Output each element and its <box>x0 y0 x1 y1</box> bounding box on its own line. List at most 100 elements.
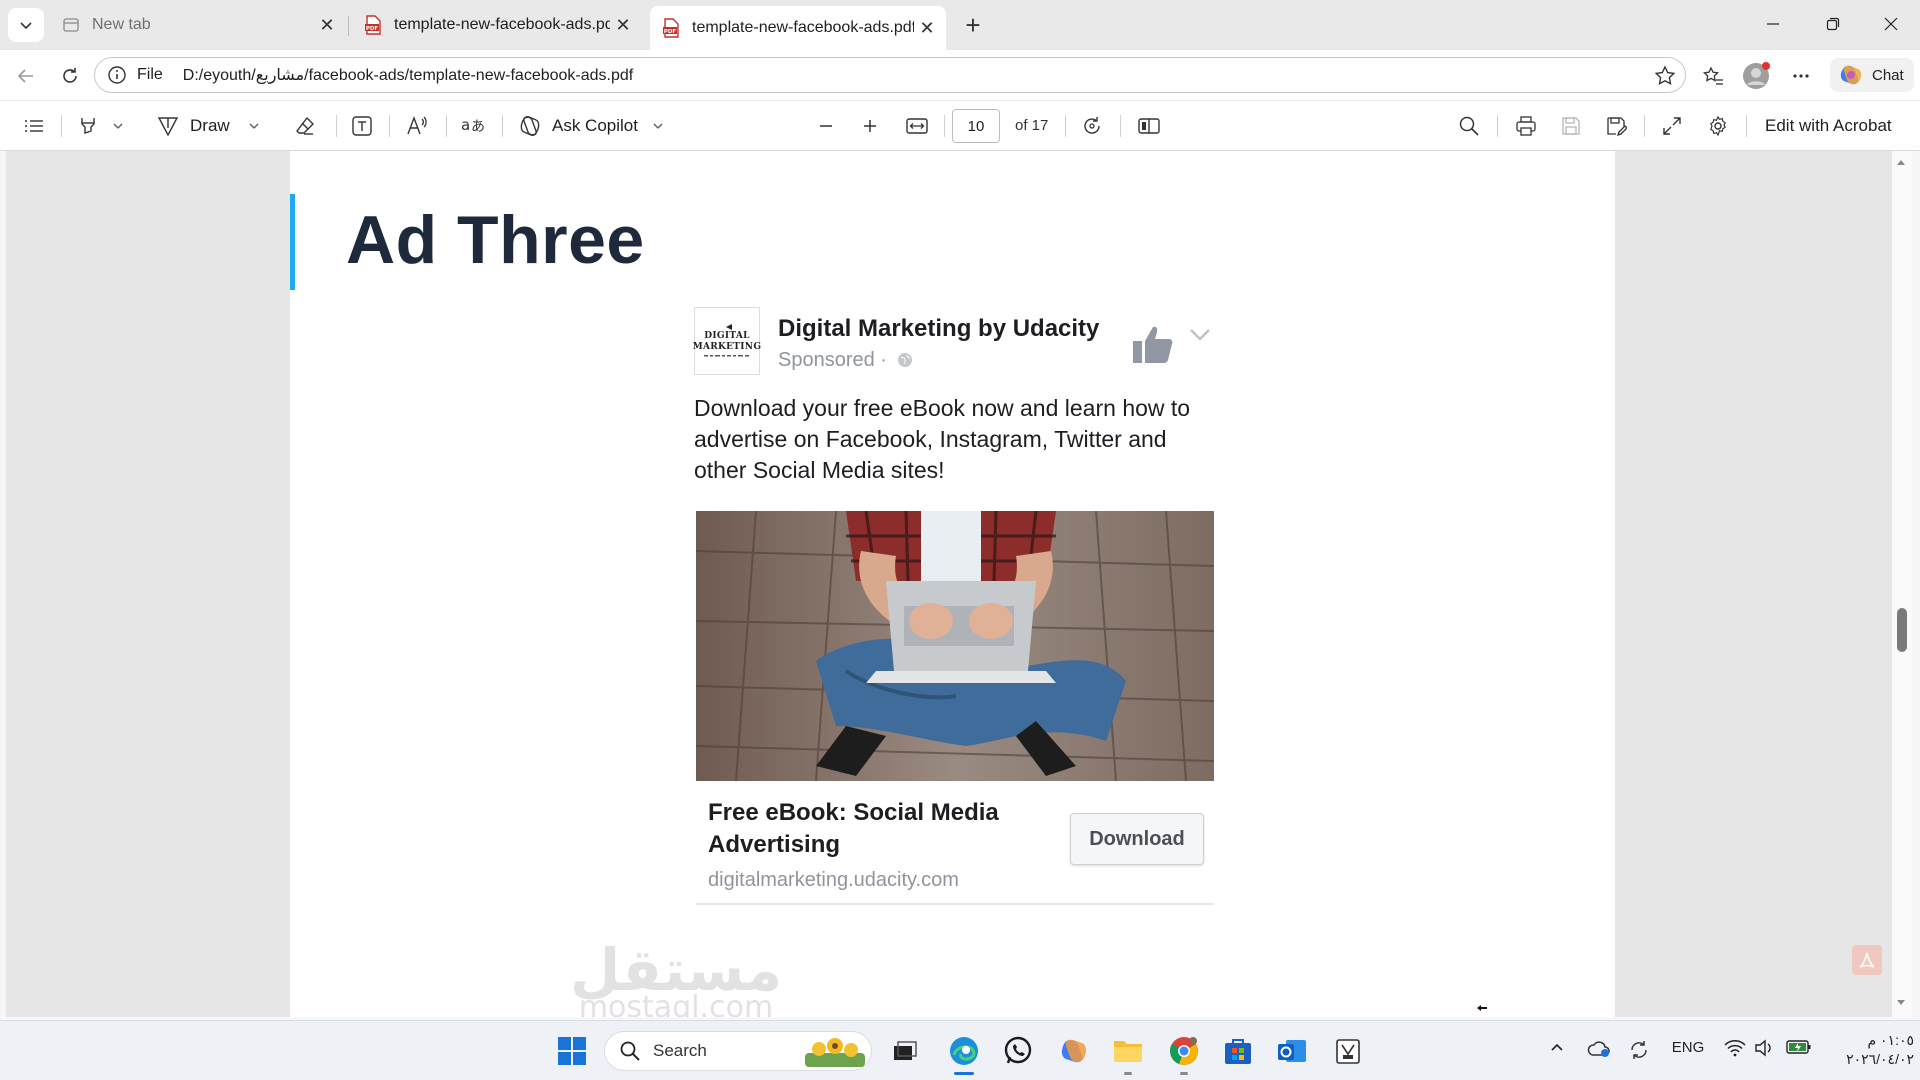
toolbar-divider <box>944 115 945 137</box>
back-button[interactable] <box>10 60 42 92</box>
save-button[interactable] <box>1555 110 1587 142</box>
task-view-button[interactable] <box>885 1031 925 1071</box>
mostaql-watermark: مستقل mostaql.com <box>569 936 783 1017</box>
taskbar-store[interactable] <box>1218 1031 1258 1071</box>
translate-button[interactable]: aあ <box>456 110 490 142</box>
edit-with-acrobat-button[interactable]: Edit with Acrobat <box>1765 116 1892 136</box>
scroll-down-arrow-icon[interactable] <box>1895 996 1907 1008</box>
scrollbar-thumb[interactable] <box>1897 608 1907 652</box>
restore-button[interactable] <box>1810 8 1856 40</box>
tab-pdf-1[interactable]: PDF template-new-facebook-ads.pdf ✕ <box>352 8 642 42</box>
tab-new-tab[interactable]: New tab ✕ <box>50 8 346 42</box>
tab-pdf-2-active[interactable]: PDF template-new-facebook-ads.pdf ✕ <box>650 6 946 50</box>
close-tab-icon[interactable]: ✕ <box>914 15 940 41</box>
zoom-out-button[interactable] <box>810 110 842 142</box>
print-button[interactable] <box>1510 110 1542 142</box>
close-window-button[interactable] <box>1868 8 1914 40</box>
sponsored-label: Sponsored · <box>778 349 913 372</box>
fullscreen-button[interactable] <box>1656 110 1688 142</box>
chevron-down-icon <box>20 22 32 30</box>
system-clock[interactable]: ٠١:٠٥ م ٢٠٢٦/٠٤/٠٢ <box>1824 1031 1914 1069</box>
profile-button[interactable] <box>1740 60 1772 92</box>
taskbar-search[interactable]: Search <box>604 1031 872 1071</box>
more-menu-button[interactable] <box>1785 60 1817 92</box>
fit-to-width-button[interactable] <box>900 110 934 142</box>
arrow-left-icon <box>17 69 33 83</box>
toolbar-divider <box>389 115 390 137</box>
find-button[interactable] <box>1453 110 1485 142</box>
contents-button[interactable] <box>18 110 50 142</box>
start-button[interactable] <box>552 1031 592 1071</box>
page-number-input[interactable]: 10 <box>952 109 1000 143</box>
translate-icon: aあ <box>461 116 485 135</box>
save-as-button[interactable] <box>1600 110 1632 142</box>
volume-tray-button[interactable] <box>1752 1039 1778 1057</box>
ad-link-footer: Free eBook: Social Media Advertising dig… <box>696 781 1214 905</box>
taskbar-chrome[interactable] <box>1164 1031 1204 1071</box>
chevron-down-icon <box>249 123 259 129</box>
minimize-button[interactable] <box>1750 8 1796 40</box>
refresh-icon <box>63 68 77 83</box>
url-text[interactable]: D:/eyouth/مشاريع/facebook-ads/template-n… <box>183 65 633 85</box>
chevron-down-icon <box>653 123 663 129</box>
chevron-down-icon <box>1190 329 1210 341</box>
tab-actions-button[interactable] <box>8 8 44 42</box>
rotate-button[interactable] <box>1076 110 1108 142</box>
ask-copilot-button[interactable]: Ask Copilot <box>518 110 670 142</box>
taskbar-app[interactable] <box>1328 1031 1368 1071</box>
wifi-tray-button[interactable] <box>1722 1039 1748 1057</box>
print-icon <box>1516 116 1536 136</box>
url-scheme-label: File <box>137 66 163 83</box>
draw-button[interactable]: Draw <box>156 110 268 142</box>
taskbar-file-explorer[interactable] <box>1108 1031 1148 1071</box>
close-tab-icon[interactable]: ✕ <box>610 12 636 38</box>
info-icon[interactable] <box>107 65 127 85</box>
vertical-scrollbar[interactable] <box>1892 151 1912 1017</box>
pdf-toolbar: Draw aあ Ask Copilot 10 of 17 Edit with A… <box>0 100 1920 151</box>
ad-page-name: Digital Marketing by Udacity <box>778 315 1100 342</box>
sync-tray-button[interactable] <box>1626 1039 1652 1061</box>
taskbar-copilot[interactable] <box>1054 1031 1094 1071</box>
favorites-button[interactable] <box>1697 60 1729 92</box>
highlight-button[interactable] <box>74 110 128 142</box>
copilot-chat-button[interactable]: Chat <box>1830 58 1914 92</box>
show-hidden-icons-button[interactable] <box>1545 1039 1569 1055</box>
favorite-star-icon[interactable] <box>1653 64 1677 88</box>
settings-button[interactable] <box>1702 110 1734 142</box>
toolbar-divider <box>61 115 62 137</box>
zoom-in-button[interactable] <box>854 110 886 142</box>
tab-title: New tab <box>92 16 151 33</box>
refresh-button[interactable] <box>54 60 86 92</box>
svg-text:あ: あ <box>471 119 485 135</box>
toolbar-divider <box>1497 115 1498 137</box>
page-view-button[interactable] <box>1132 110 1166 142</box>
scroll-up-arrow-icon[interactable] <box>1895 157 1907 169</box>
download-button[interactable]: Download <box>1070 813 1204 865</box>
pdf-viewer[interactable]: Ad Three DIGITAL MARKETING Digital Marke… <box>6 151 1906 1017</box>
taskbar-outlook[interactable] <box>1272 1031 1312 1071</box>
copilot-logo-icon <box>1840 65 1862 85</box>
language-indicator[interactable]: ENG <box>1670 1039 1706 1056</box>
erase-button[interactable] <box>289 110 321 142</box>
svg-text:a: a <box>461 116 470 134</box>
edge-browser-icon <box>950 1037 978 1065</box>
ad-domain: digitalmarketing.udacity.com <box>708 869 959 891</box>
whatsapp-icon <box>1004 1036 1032 1064</box>
svg-text:PDF: PDF <box>366 26 379 32</box>
toolbar-divider <box>502 115 503 137</box>
title-accent-bar <box>290 194 295 290</box>
taskbar-edge[interactable] <box>944 1031 984 1071</box>
svg-text:PDF: PDF <box>664 29 677 35</box>
digital-marketing-logo: DIGITAL MARKETING <box>693 307 761 375</box>
taskbar-whatsapp[interactable] <box>998 1031 1038 1071</box>
onedrive-tray-button[interactable] <box>1586 1039 1612 1059</box>
chevron-up-icon <box>1551 1043 1563 1051</box>
close-tab-icon[interactable]: ✕ <box>314 12 340 38</box>
battery-tray-button[interactable] <box>1784 1039 1814 1055</box>
read-aloud-button[interactable] <box>402 110 434 142</box>
add-text-button[interactable] <box>346 110 378 142</box>
acrobat-floating-icon[interactable] <box>1852 945 1882 975</box>
new-tab-button[interactable]: + <box>958 10 988 40</box>
address-bar[interactable]: File D:/eyouth/مشاريع/facebook-ads/templ… <box>94 57 1686 93</box>
store-icon <box>1225 1039 1251 1064</box>
